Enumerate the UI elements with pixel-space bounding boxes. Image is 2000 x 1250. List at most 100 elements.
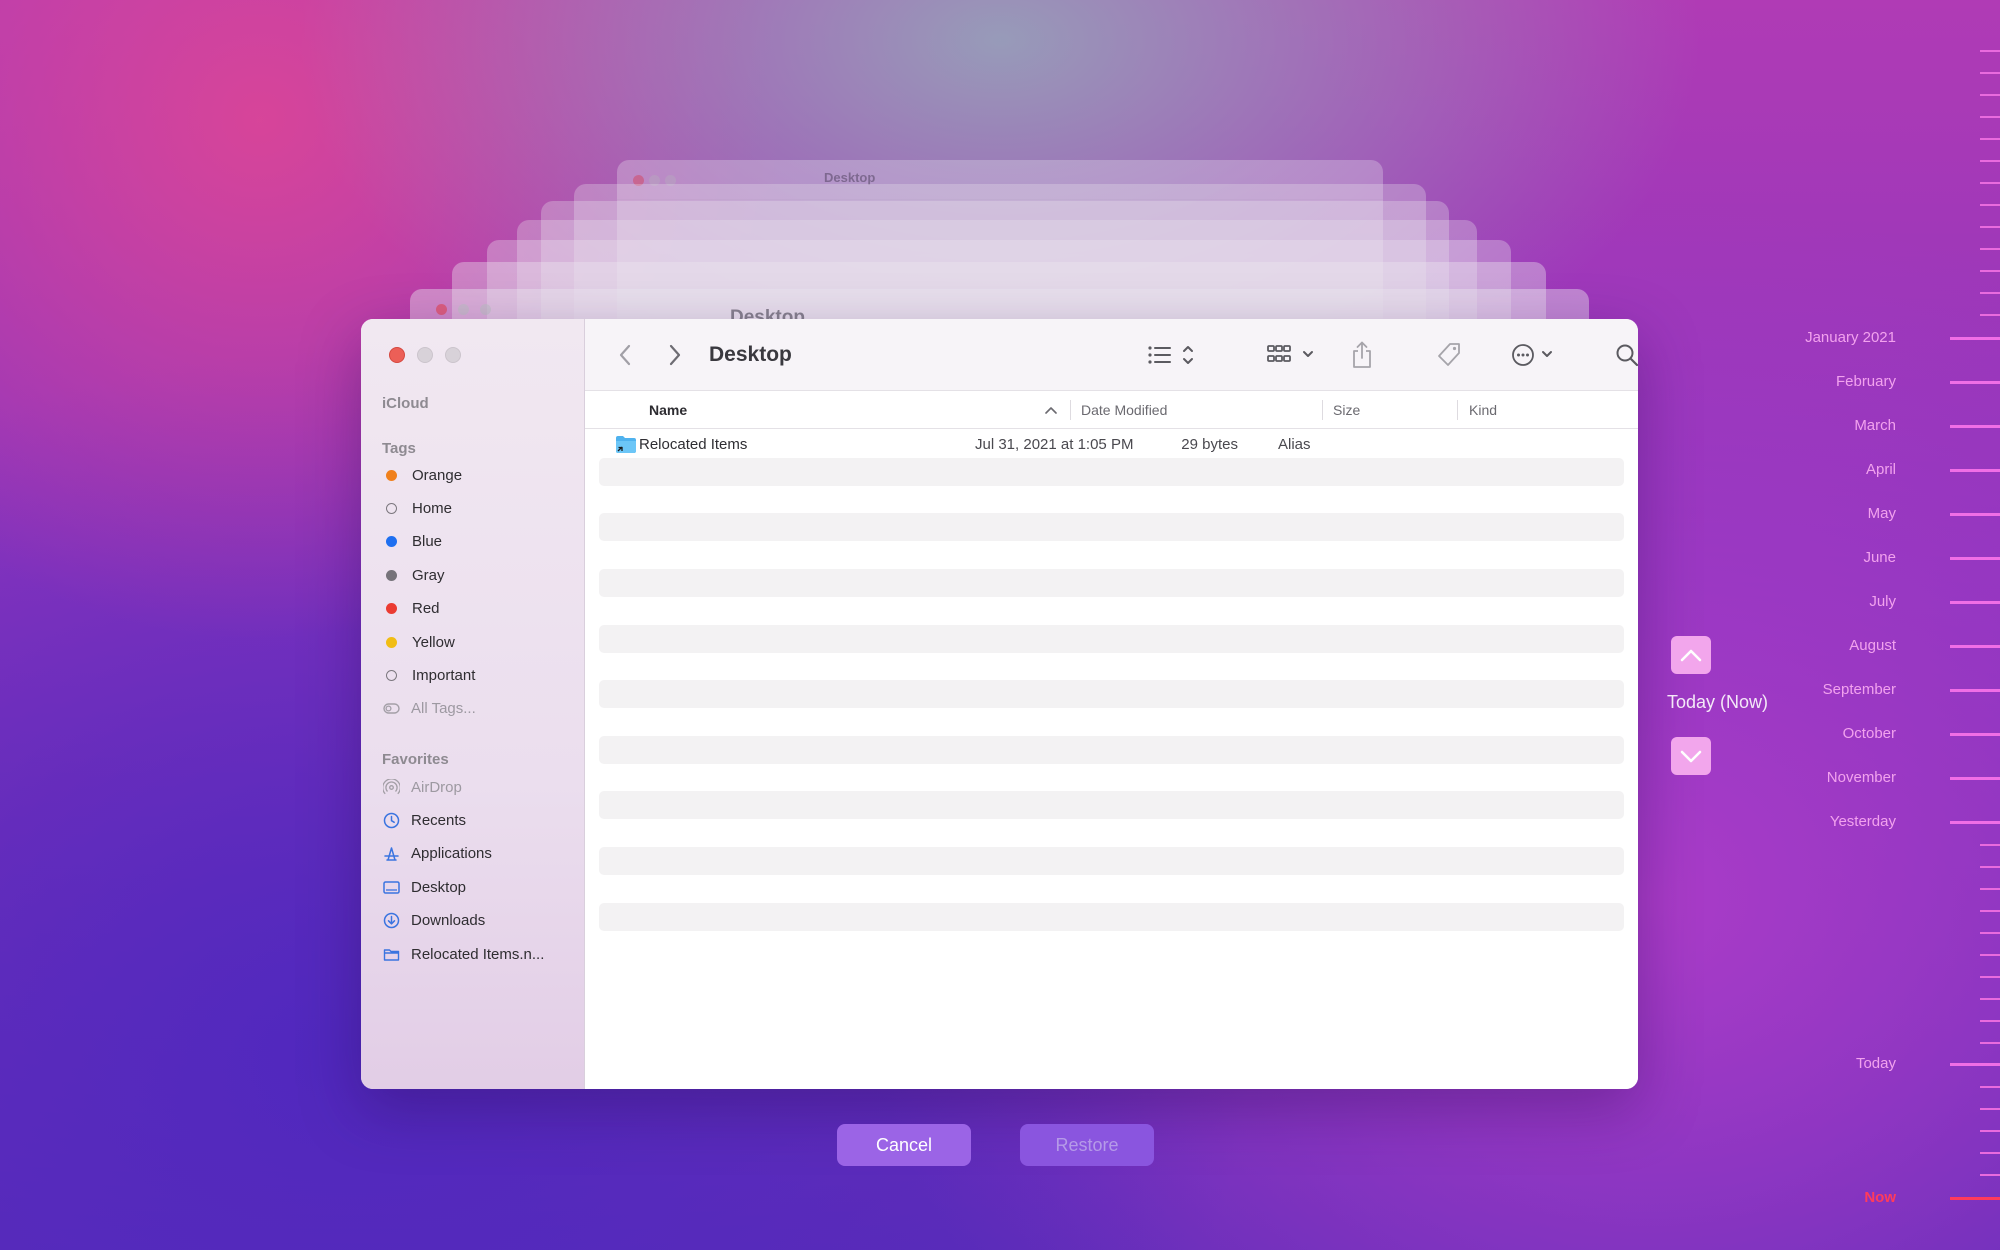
sidebar-icloud-heading[interactable]: iCloud [382, 395, 429, 412]
timeline-label[interactable]: October [1843, 725, 1896, 742]
timeline-label[interactable]: August [1849, 637, 1896, 654]
search-button[interactable] [1613, 341, 1638, 369]
sidebar-favorites-heading[interactable]: Favorites [382, 751, 449, 768]
sidebar-tag-item[interactable]: Yellow [382, 630, 455, 654]
cancel-button[interactable]: Cancel [837, 1124, 971, 1166]
column-header-size[interactable]: Size [1333, 391, 1360, 429]
timeline-tick[interactable] [1950, 557, 2000, 560]
minimize-button[interactable] [417, 347, 433, 363]
timeline-label[interactable]: Now [1864, 1189, 1896, 1206]
navigate-forward-button[interactable] [1671, 737, 1711, 775]
timeline-minor-tick[interactable] [1980, 1174, 2000, 1176]
timeline-minor-tick[interactable] [1980, 204, 2000, 206]
back-button[interactable] [613, 341, 637, 369]
timeline-minor-tick[interactable] [1980, 292, 2000, 294]
sidebar-item-recents[interactable]: Recents [382, 808, 466, 832]
column-divider[interactable] [1457, 400, 1458, 420]
column-divider[interactable] [1322, 400, 1323, 420]
timeline-minor-tick[interactable] [1980, 248, 2000, 250]
timeline-minor-tick[interactable] [1980, 138, 2000, 140]
timeline-tick[interactable] [1950, 337, 2000, 340]
column-header-name[interactable]: Name [649, 391, 687, 429]
timeline-minor-tick[interactable] [1980, 94, 2000, 96]
timeline-tick[interactable] [1950, 513, 2000, 516]
column-divider[interactable] [1070, 400, 1071, 420]
timeline-tick[interactable] [1950, 689, 2000, 692]
view-options-button[interactable] [1147, 341, 1201, 369]
sidebar-item-desktop[interactable]: Desktop [382, 875, 466, 899]
timeline-label[interactable]: Yesterday [1830, 813, 1896, 830]
timeline-minor-tick[interactable] [1980, 910, 2000, 912]
timeline-minor-tick[interactable] [1980, 1130, 2000, 1132]
desktop-icon [383, 879, 400, 896]
timeline-tick[interactable] [1950, 425, 2000, 428]
timeline-label[interactable]: June [1863, 549, 1896, 566]
tag-color-dot [386, 669, 397, 681]
timeline-label[interactable]: Today [1856, 1055, 1896, 1072]
timeline-minor-tick[interactable] [1980, 72, 2000, 74]
timeline-label[interactable]: February [1836, 373, 1896, 390]
timeline-minor-tick[interactable] [1980, 888, 2000, 890]
timeline-minor-tick[interactable] [1980, 1042, 2000, 1044]
column-header-kind[interactable]: Kind [1469, 391, 1497, 429]
timeline-tick[interactable] [1950, 1197, 2000, 1200]
group-button[interactable] [1267, 341, 1317, 369]
share-button[interactable] [1349, 341, 1375, 369]
close-button[interactable] [389, 347, 405, 363]
timeline-minor-tick[interactable] [1980, 314, 2000, 316]
sidebar-item-applications[interactable]: Applications [382, 842, 492, 866]
timeline-minor-tick[interactable] [1980, 976, 2000, 978]
sidebar-tag-item[interactable]: Blue [382, 530, 442, 554]
timeline-minor-tick[interactable] [1980, 160, 2000, 162]
timeline-label[interactable]: March [1854, 417, 1896, 434]
sidebar-tag-item[interactable]: Home [382, 496, 452, 520]
timeline-minor-tick[interactable] [1980, 844, 2000, 846]
sidebar-item-airdrop[interactable]: AirDrop [382, 775, 462, 799]
sidebar-tag-item[interactable]: Red [382, 597, 440, 621]
sidebar-tags-heading[interactable]: Tags [382, 440, 416, 457]
timeline-label[interactable]: July [1869, 593, 1896, 610]
file-row[interactable]: Relocated Items Jul 31, 2021 at 1:05 PM 29… [599, 430, 1624, 458]
timeline-minor-tick[interactable] [1980, 50, 2000, 52]
timeline-label[interactable]: September [1823, 681, 1896, 698]
timeline-minor-tick[interactable] [1980, 1152, 2000, 1154]
timeline-minor-tick[interactable] [1980, 1086, 2000, 1088]
timeline-label[interactable]: May [1868, 505, 1896, 522]
timeline-tick[interactable] [1950, 1063, 2000, 1066]
timeline-minor-tick[interactable] [1980, 270, 2000, 272]
timeline-label[interactable]: April [1866, 461, 1896, 478]
sidebar-tag-item[interactable]: All Tags... [382, 697, 476, 721]
column-header-date-modified[interactable]: Date Modified [1081, 391, 1167, 429]
tag-button[interactable] [1435, 341, 1463, 369]
timeline-label[interactable]: November [1827, 769, 1896, 786]
timeline-label[interactable]: January 2021 [1805, 329, 1896, 346]
sidebar-tag-item[interactable]: Orange [382, 463, 462, 487]
navigate-back-button[interactable] [1671, 636, 1711, 674]
timeline-minor-tick[interactable] [1980, 1108, 2000, 1110]
timeline-tick[interactable] [1950, 381, 2000, 384]
timeline-minor-tick[interactable] [1980, 866, 2000, 868]
timeline-tick[interactable] [1950, 733, 2000, 736]
timeline-minor-tick[interactable] [1980, 1020, 2000, 1022]
timeline-minor-tick[interactable] [1980, 226, 2000, 228]
timeline-minor-tick[interactable] [1980, 954, 2000, 956]
timeline-minor-tick[interactable] [1980, 182, 2000, 184]
forward-button[interactable] [663, 341, 687, 369]
timeline-minor-tick[interactable] [1980, 932, 2000, 934]
sidebar-item-downloads[interactable]: Downloads [382, 909, 485, 933]
clock-icon [383, 812, 400, 829]
sidebar-tag-item[interactable]: Important [382, 663, 475, 687]
timeline-tick[interactable] [1950, 469, 2000, 472]
sidebar-item-relocated-items-n[interactable]: Relocated Items.n... [382, 942, 544, 966]
restore-button[interactable]: Restore [1020, 1124, 1154, 1166]
timeline-minor-tick[interactable] [1980, 998, 2000, 1000]
timeline-tick[interactable] [1950, 777, 2000, 780]
zoom-button[interactable] [445, 347, 461, 363]
timeline-tick[interactable] [1950, 645, 2000, 648]
sidebar-tag-item[interactable]: Gray [382, 563, 445, 587]
timeline-tick[interactable] [1950, 601, 2000, 604]
timeline-tick[interactable] [1950, 821, 2000, 824]
sort-ascending-icon[interactable] [1045, 391, 1057, 429]
action-menu-button[interactable] [1511, 341, 1559, 369]
timeline-minor-tick[interactable] [1980, 116, 2000, 118]
